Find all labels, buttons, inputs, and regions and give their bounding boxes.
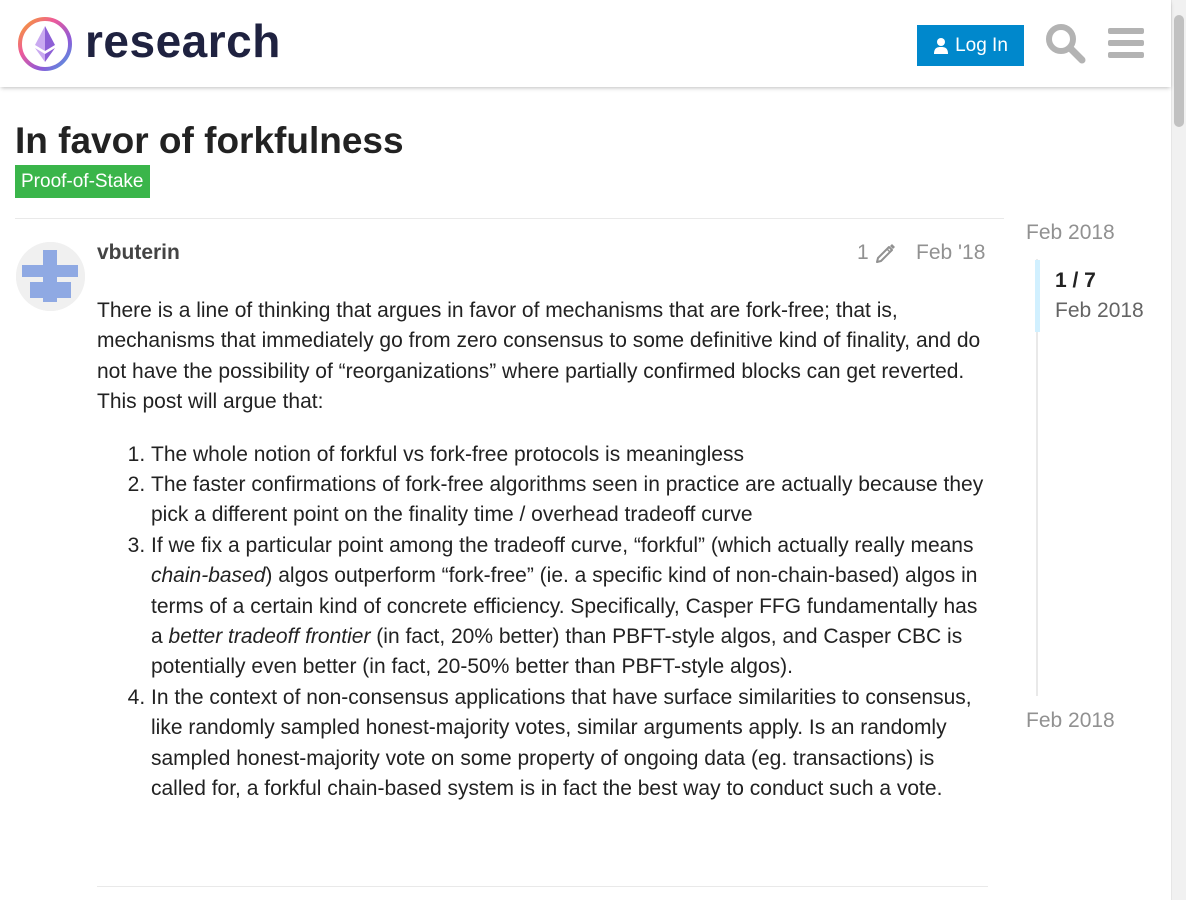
site-header: research Log In bbox=[0, 0, 1171, 87]
list-item: If we fix a particular point among the t… bbox=[151, 531, 990, 683]
divider bbox=[15, 218, 1004, 219]
site-name: research bbox=[85, 15, 281, 67]
post-username[interactable]: vbuterin bbox=[97, 241, 180, 265]
user-icon bbox=[934, 37, 949, 54]
post-body: There is a line of thinking that argues … bbox=[97, 296, 990, 805]
avatar[interactable] bbox=[16, 242, 85, 311]
list-item: The whole notion of forkful vs fork-free… bbox=[151, 440, 990, 470]
timeline-start-date[interactable]: Feb 2018 bbox=[1026, 221, 1115, 245]
emphasis: chain-based bbox=[151, 564, 266, 588]
pencil-icon bbox=[875, 244, 895, 263]
login-button[interactable]: Log In bbox=[917, 25, 1024, 66]
menu-icon[interactable] bbox=[1105, 22, 1147, 64]
edit-count: 1 bbox=[857, 241, 869, 264]
edit-history-button[interactable]: 1 bbox=[857, 241, 897, 265]
emphasis: better tradeoff frontier bbox=[168, 625, 371, 649]
scrollbar[interactable] bbox=[1171, 0, 1186, 900]
category-badge[interactable]: Proof-of-Stake bbox=[15, 165, 150, 198]
timeline-current-date: Feb 2018 bbox=[1055, 299, 1144, 322]
post-intro: There is a line of thinking that argues … bbox=[97, 299, 981, 414]
avatar-identicon bbox=[16, 242, 85, 311]
points-list: The whole notion of forkful vs fork-free… bbox=[97, 440, 990, 805]
divider bbox=[97, 886, 988, 887]
timeline-position: 1 / 7 bbox=[1055, 269, 1096, 292]
scroll-thumb[interactable] bbox=[1174, 15, 1184, 127]
timeline-end-date[interactable]: Feb 2018 bbox=[1026, 709, 1115, 733]
post-date[interactable]: Feb '18 bbox=[916, 241, 985, 265]
login-label: Log In bbox=[955, 34, 1008, 56]
list-item: In the context of non-consensus applicat… bbox=[151, 683, 990, 805]
list-item: The faster confirmations of fork-free al… bbox=[151, 470, 990, 531]
logo-icon bbox=[18, 17, 72, 71]
timeline-handle[interactable] bbox=[1035, 260, 1040, 332]
search-icon[interactable] bbox=[1044, 22, 1086, 64]
site-logo[interactable]: research bbox=[16, 14, 281, 74]
topic-title[interactable]: In favor of forkfulness bbox=[15, 120, 404, 162]
